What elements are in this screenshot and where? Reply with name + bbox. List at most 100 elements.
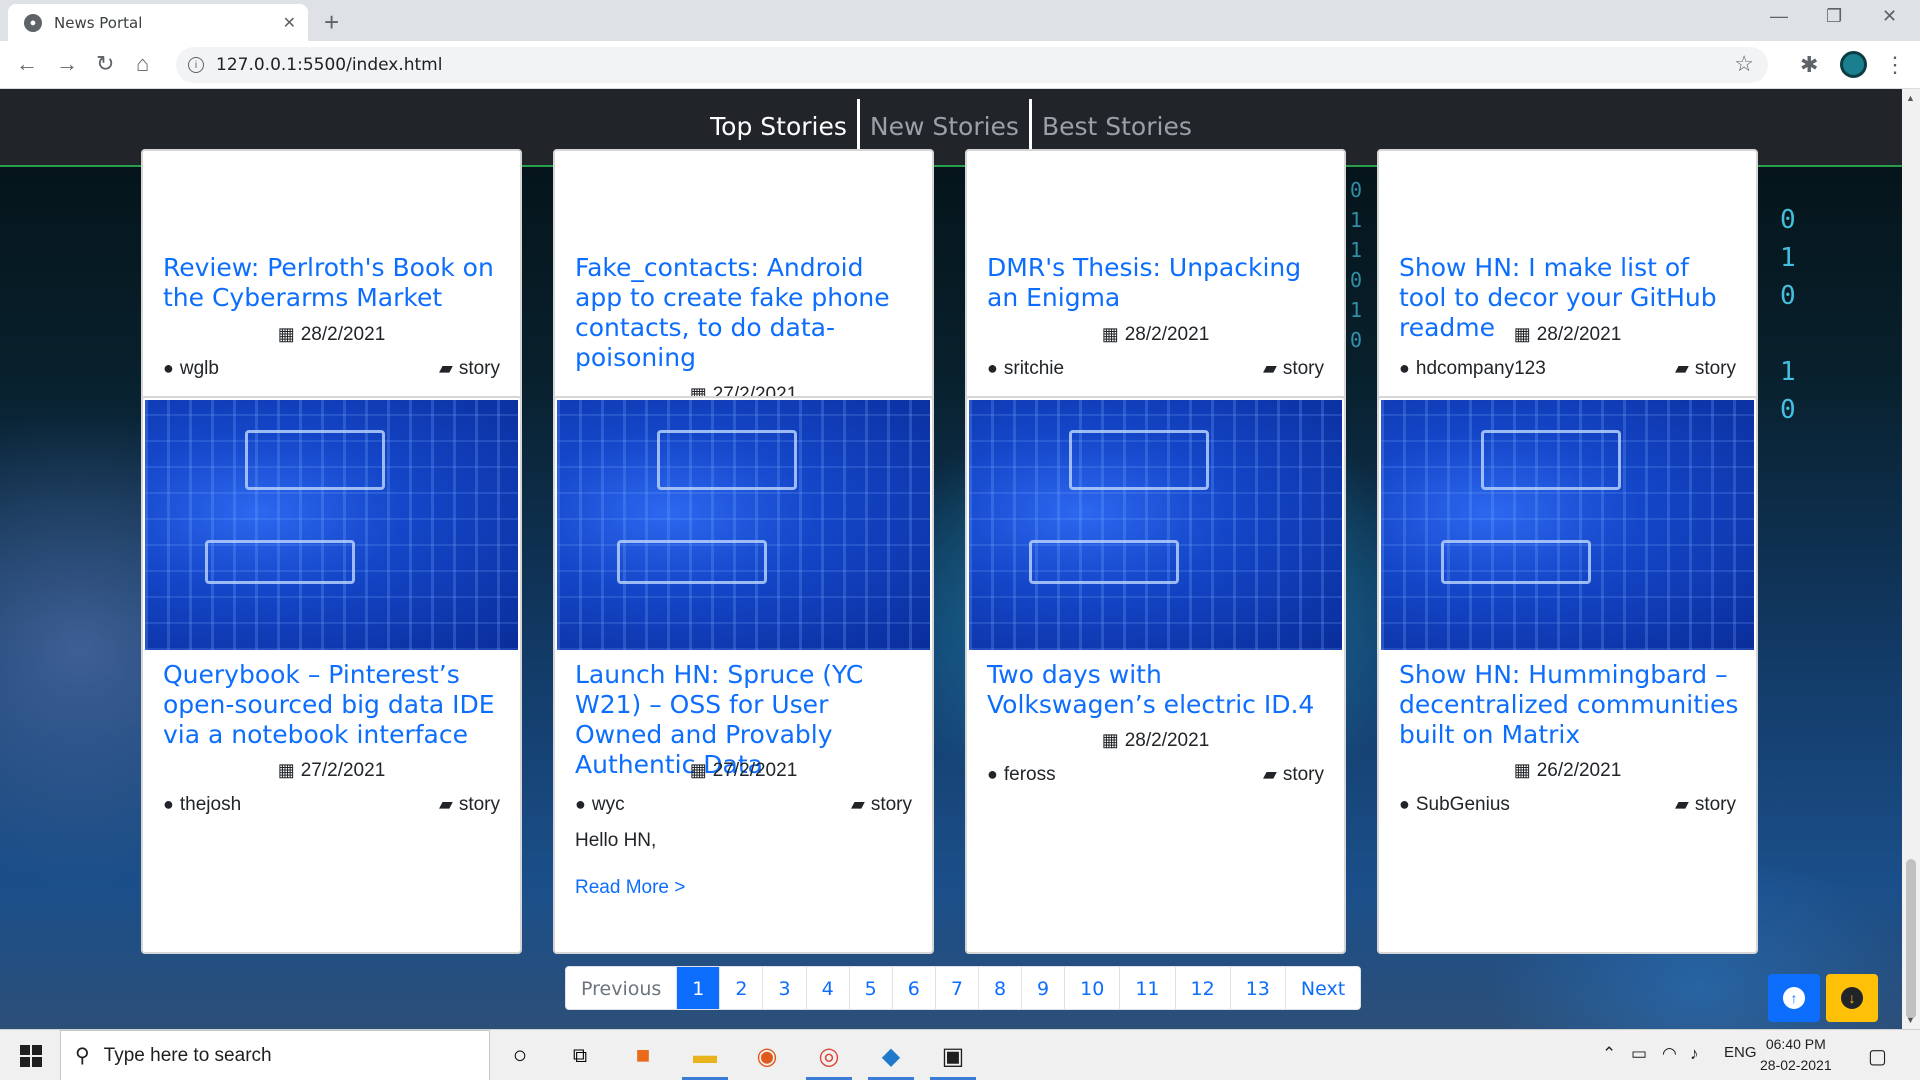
cortana-icon[interactable]: ○ xyxy=(504,1040,536,1072)
page-link[interactable]: 5 xyxy=(850,967,893,1009)
card-author: ● thejosh xyxy=(163,794,242,815)
card-image[interactable] xyxy=(145,400,518,650)
user-icon: ● xyxy=(1399,794,1410,814)
background-digits: 01010 xyxy=(1780,205,1796,425)
card-title[interactable]: Show HN: Hummingbard – decentralized com… xyxy=(1399,660,1740,750)
page-link[interactable]: 9 xyxy=(1022,967,1066,1009)
circuit-chip xyxy=(1069,430,1209,490)
notifications-icon[interactable]: ▢ xyxy=(1868,1044,1887,1069)
news-card: Show HN: Hummingbard – decentralized com… xyxy=(1377,396,1758,954)
circuit-chip xyxy=(1029,540,1179,584)
language-indicator[interactable]: ENG xyxy=(1724,1044,1757,1061)
folder-open-icon: ▰ xyxy=(1262,358,1277,378)
card-image[interactable] xyxy=(557,400,930,650)
circuit-chip xyxy=(205,540,355,584)
card-title[interactable]: Two days with Volkswagen’s electric ID.4 xyxy=(987,660,1328,720)
news-card: Querybook – Pinterest’s open-sourced big… xyxy=(141,396,522,954)
card-title[interactable]: Querybook – Pinterest’s open-sourced big… xyxy=(163,660,504,750)
scroll-down-arrow-icon[interactable]: ▼ xyxy=(1906,1015,1915,1025)
news-card: Launch HN: Spruce (YC W21) – OSS for Use… xyxy=(553,396,934,954)
nav-best-stories[interactable]: Best Stories xyxy=(1032,99,1202,155)
folder-open-icon: ▰ xyxy=(1674,358,1689,378)
card-author: ● wglb xyxy=(163,358,219,379)
task-view-icon[interactable]: ⧉ xyxy=(564,1040,596,1072)
page-link[interactable]: 8 xyxy=(979,967,1023,1009)
folder-open-icon: ▰ xyxy=(438,358,453,378)
reload-icon[interactable]: ↻ xyxy=(96,51,114,77)
search-icon: ⚲ xyxy=(75,1045,90,1067)
card-title[interactable]: Review: Perlroth's Book on the Cyberarms… xyxy=(163,253,504,313)
windows-start-icon[interactable] xyxy=(20,1045,42,1067)
page-link[interactable]: 4 xyxy=(807,967,850,1009)
read-more-link[interactable]: Read More > xyxy=(575,877,685,899)
scroll-up-arrow-icon[interactable]: ▲ xyxy=(1906,93,1915,103)
card-title[interactable]: DMR's Thesis: Unpacking an Enigma xyxy=(987,253,1328,313)
card-author: ● sritchie xyxy=(987,358,1065,379)
scroll-bottom-button[interactable]: ↓ xyxy=(1826,974,1878,1022)
page-link[interactable]: 1 xyxy=(677,967,721,1009)
nav-top-stories[interactable]: Top Stories xyxy=(700,99,857,155)
card-date: ▦ 27/2/2021 xyxy=(689,760,798,781)
restore-icon[interactable]: ❐ xyxy=(1826,6,1842,27)
volume-icon[interactable]: ♪ xyxy=(1690,1044,1699,1064)
user-icon: ● xyxy=(987,764,998,784)
scroll-top-button[interactable]: ↑ xyxy=(1768,974,1820,1022)
page-link[interactable]: 2 xyxy=(720,967,764,1009)
profile-avatar[interactable] xyxy=(1840,51,1867,78)
pagination-next[interactable]: Next xyxy=(1286,967,1360,1009)
page-link[interactable]: 13 xyxy=(1231,967,1286,1009)
wifi-icon[interactable]: ◠ xyxy=(1662,1044,1677,1064)
calendar-icon: ▦ xyxy=(1513,324,1531,344)
chrome-icon[interactable]: ◎ xyxy=(813,1040,845,1072)
close-tab-icon[interactable]: ✕ xyxy=(283,13,296,33)
page-link[interactable]: 12 xyxy=(1176,967,1231,1009)
page-scrollbar[interactable]: ▲ ▼ xyxy=(1902,89,1920,1029)
taskbar-search[interactable]: ⚲ Type here to search xyxy=(60,1030,490,1080)
tray-chevron-up-icon[interactable]: ⌃ xyxy=(1602,1044,1616,1064)
terminal-icon[interactable]: ▣ xyxy=(937,1040,969,1072)
card-date: ▦ 26/2/2021 xyxy=(1513,760,1622,781)
calendar-icon: ▦ xyxy=(1101,730,1119,750)
file-explorer-icon[interactable]: ▬ xyxy=(689,1040,721,1072)
calendar-icon: ▦ xyxy=(689,760,707,780)
new-tab-button[interactable]: + xyxy=(324,7,339,38)
card-title[interactable]: Fake_contacts: Android app to create fak… xyxy=(575,253,916,373)
bookmark-star-icon[interactable]: ☆ xyxy=(1734,51,1754,77)
pagination-previous[interactable]: Previous xyxy=(566,967,678,1009)
card-image[interactable] xyxy=(969,400,1342,650)
circuit-chip xyxy=(245,430,385,490)
calendar-icon: ▦ xyxy=(277,760,295,780)
nav-new-stories[interactable]: New Stories xyxy=(860,99,1029,155)
minimize-icon[interactable]: — xyxy=(1770,6,1788,27)
user-icon: ● xyxy=(987,358,998,378)
address-bar: ← → ↻ ⌂ i 127.0.0.1:5500/index.html ☆ ✱ … xyxy=(0,41,1920,89)
card-image[interactable] xyxy=(1381,400,1754,650)
clock-time: 06:40 PM xyxy=(1765,1036,1826,1052)
scrollbar-thumb[interactable] xyxy=(1906,859,1916,1019)
user-icon: ● xyxy=(163,358,174,378)
url-field[interactable]: i 127.0.0.1:5500/index.html ☆ xyxy=(176,47,1768,83)
page-link[interactable]: 6 xyxy=(893,967,936,1009)
back-icon[interactable]: ← xyxy=(16,51,38,77)
home-icon[interactable]: ⌂ xyxy=(136,51,149,77)
page-link[interactable]: 3 xyxy=(763,967,807,1009)
folder-open-icon: ▰ xyxy=(850,794,865,814)
page-link[interactable]: 10 xyxy=(1065,967,1121,1009)
calendar-icon: ▦ xyxy=(1101,324,1119,344)
browser-tabbar: ● News Portal ✕ + — ❐ ✕ xyxy=(0,0,1920,41)
extensions-icon[interactable]: ✱ xyxy=(1800,52,1818,78)
firefox-icon[interactable]: ◉ xyxy=(751,1040,783,1072)
page-link[interactable]: 7 xyxy=(936,967,979,1009)
battery-icon[interactable]: ▭ xyxy=(1631,1044,1647,1064)
close-window-icon[interactable]: ✕ xyxy=(1882,6,1897,27)
menu-kebab-icon[interactable]: ⋮ xyxy=(1884,52,1906,78)
background-digits: 011010 xyxy=(1350,178,1363,352)
system-clock[interactable]: 06:40 PM 28-02-2021 xyxy=(1760,1034,1832,1076)
paint-app-icon[interactable]: ■ xyxy=(627,1040,659,1072)
calendar-icon: ▦ xyxy=(1513,760,1531,780)
vscode-icon[interactable]: ◆ xyxy=(875,1040,907,1072)
page-link[interactable]: 11 xyxy=(1120,967,1176,1009)
info-icon[interactable]: i xyxy=(188,57,204,73)
forward-icon[interactable]: → xyxy=(56,51,78,77)
browser-tab[interactable]: ● News Portal ✕ xyxy=(8,4,308,41)
